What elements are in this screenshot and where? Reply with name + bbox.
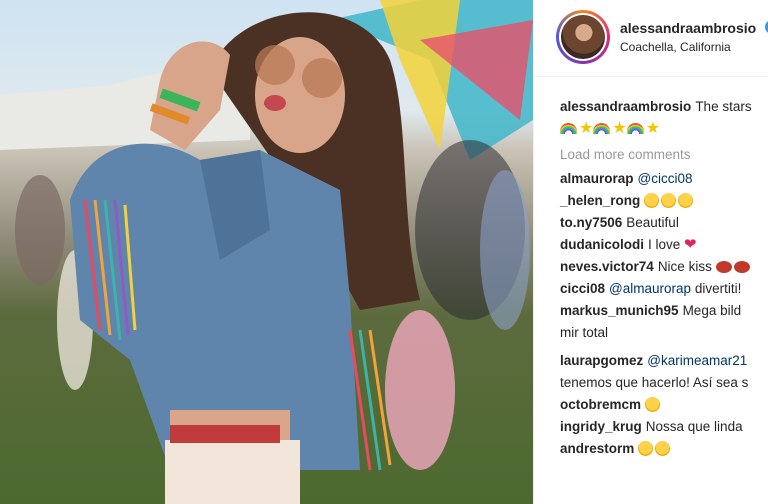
comment-text: I love (648, 237, 681, 252)
comments-list: alessandraambrosio The stars ★ ★ ★ Load mor… (560, 97, 768, 461)
comment-mention[interactable]: @cicci08 (638, 171, 693, 186)
comment-text: Mega bild (682, 303, 742, 318)
comment-text: divertiti! (694, 281, 742, 296)
caption-username[interactable]: alessandraambrosio (560, 99, 691, 114)
comment-username[interactable]: _helen_rong (560, 193, 640, 208)
comment-username[interactable]: markus_munich95 (560, 303, 679, 318)
comment-username[interactable]: octobremcm (560, 397, 641, 412)
comment: to.ny7506 Beautiful (560, 213, 768, 235)
caption: alessandraambrosio The stars (560, 97, 768, 119)
red-heart-emoji: ❤ (684, 236, 697, 253)
comment-username[interactable]: to.ny7506 (560, 215, 622, 230)
comment: andrestorm (560, 439, 768, 461)
smiling-emoji (655, 441, 671, 456)
rainbow-emoji (626, 123, 644, 134)
caption-text: The stars (695, 99, 752, 114)
location-link[interactable]: Coachella, California (620, 40, 731, 54)
comment: ingridy_krug Nossa que linda (560, 417, 768, 439)
heart-eyes-emoji (644, 193, 660, 208)
comment-username[interactable]: cicci08 (560, 281, 605, 296)
comment-mention[interactable]: @almaurorap (609, 281, 691, 296)
smiling-emoji (638, 441, 654, 456)
comment-username[interactable]: laurapgomez (560, 353, 643, 368)
comment-text: tenemos que hacerlo! Así sea s (560, 375, 749, 390)
heart-eyes-emoji (661, 193, 677, 208)
comment-continuation: mir total (560, 323, 768, 345)
comment: octobremcm (560, 395, 768, 417)
comment: laurapgomez @karimeamar21 (560, 351, 768, 373)
caption-emojis: ★ ★ ★ (560, 119, 768, 141)
comment-username[interactable]: andrestorm (560, 441, 634, 456)
comment-username[interactable]: ingridy_krug (560, 419, 642, 434)
post-photo[interactable] (0, 0, 533, 504)
post-header: alessandraambrosio Coachella, California (534, 0, 768, 77)
comment: almaurorap @cicci08 (560, 169, 768, 191)
comment-username[interactable]: dudanicolodi (560, 237, 644, 252)
comment-mention[interactable]: @karimeamar21 (647, 353, 747, 368)
comment: markus_munich95 Mega bild (560, 301, 768, 323)
comment-text: mir total (560, 325, 609, 340)
username-link[interactable]: alessandraambrosio (620, 20, 756, 36)
rainbow-emoji (593, 123, 611, 134)
comment: neves.victor74 Nice kiss (560, 257, 768, 279)
star-emoji: ★ (645, 120, 661, 137)
post-sidebar: alessandraambrosio Coachella, California… (533, 0, 768, 504)
star-emoji: ★ (612, 120, 627, 137)
kiss-lips-emoji (733, 261, 750, 273)
comment: cicci08 @almaurorap divertiti! (560, 279, 768, 301)
heart-eyes-emoji (678, 193, 694, 208)
star-emoji: ★ (579, 120, 594, 137)
comment-username[interactable]: neves.victor74 (560, 259, 654, 274)
comment-text: Nice kiss (657, 259, 712, 274)
kiss-lips-emoji (715, 261, 732, 273)
heart-eyes-emoji (645, 397, 661, 412)
photo-illustration (0, 0, 533, 504)
load-more-comments-button[interactable]: Load more comments (560, 141, 768, 169)
avatar[interactable] (556, 10, 610, 64)
comment-username[interactable]: almaurorap (560, 171, 634, 186)
rainbow-emoji (560, 123, 577, 134)
comment-continuation: tenemos que hacerlo! Así sea s (560, 373, 768, 395)
comment: dudanicolodi I love ❤ (560, 235, 768, 257)
comment-text: Nossa que linda (645, 419, 743, 434)
comment-text: Beautiful (626, 215, 679, 230)
comment: _helen_rong (560, 191, 768, 213)
